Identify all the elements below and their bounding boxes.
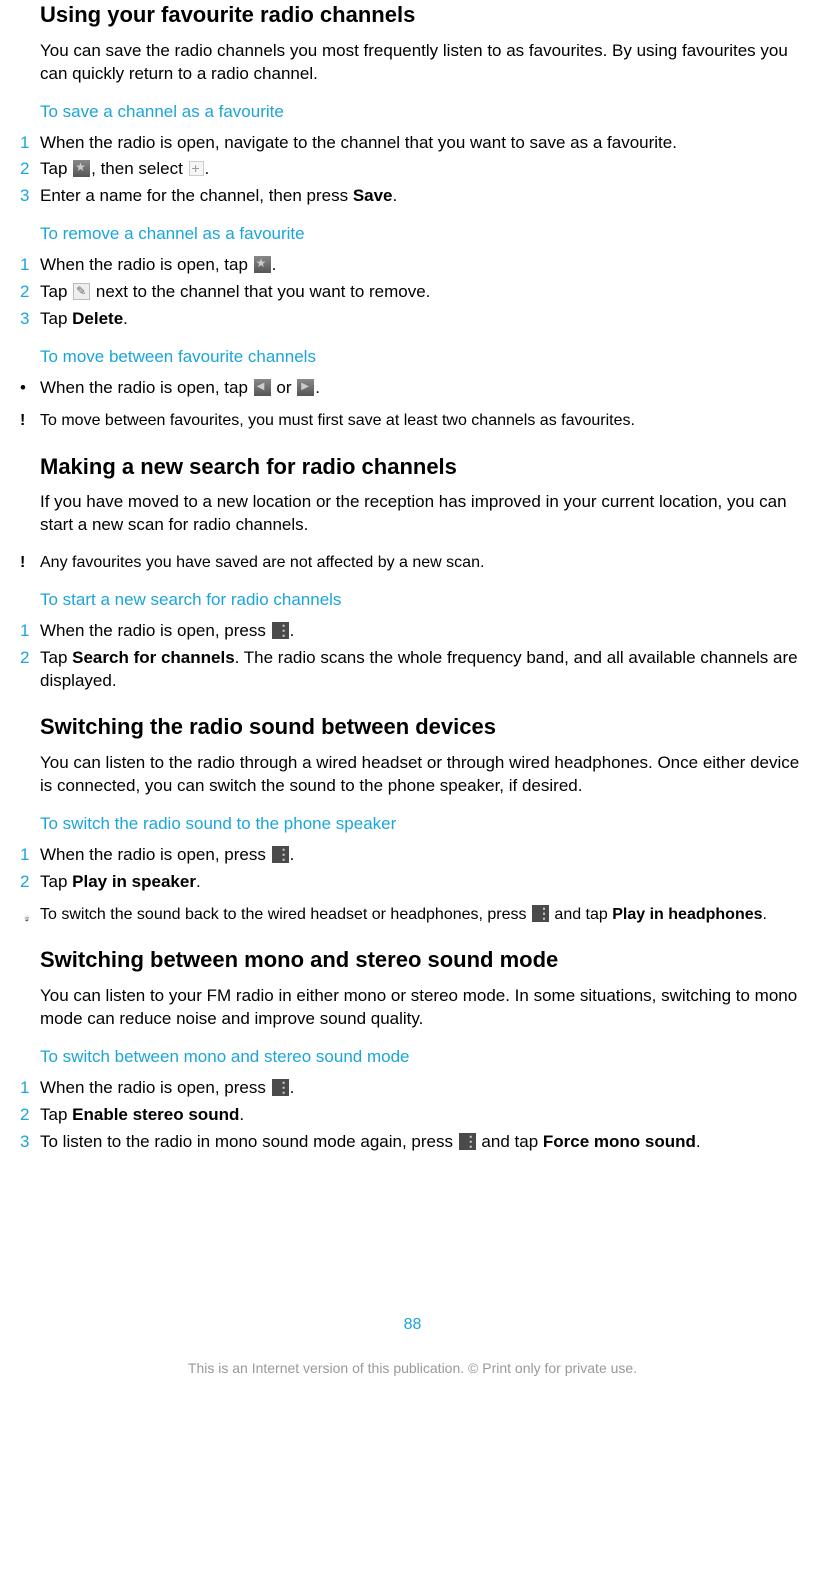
page-footer: 88 This is an Internet version of this p…	[20, 1314, 805, 1378]
note-search: ! Any favourites you have saved are not …	[20, 552, 805, 574]
step-text: Enter a name for the channel, then press…	[40, 185, 800, 208]
section-desc: You can listen to your FM radio in eithe…	[40, 985, 805, 1031]
menu-icon	[272, 846, 289, 863]
step-number: 1	[20, 1077, 40, 1100]
subheading-save-favourite: To save a channel as a favourite	[40, 101, 805, 124]
section-title-mono-stereo: Switching between mono and stereo sound …	[40, 945, 805, 975]
menu-icon	[459, 1133, 476, 1150]
step-number: 3	[20, 308, 40, 331]
step-text: When the radio is open, tap or .	[40, 377, 800, 400]
step-text: When the radio is open, navigate to the …	[40, 132, 800, 155]
step-text: Tap Search for channels. The radio scans…	[40, 647, 800, 693]
step-text: When the radio is open, press .	[40, 1077, 800, 1100]
arrow-left-icon	[254, 379, 271, 396]
plus-icon	[189, 161, 204, 176]
step-number: 1	[20, 844, 40, 867]
step-number: 1	[20, 132, 40, 155]
subheading-switch-speaker: To switch the radio sound to the phone s…	[40, 813, 805, 836]
section-title-search: Making a new search for radio channels	[40, 452, 805, 482]
step-number: 3	[20, 185, 40, 208]
menu-icon	[272, 1079, 289, 1096]
footer-text: This is an Internet version of this publ…	[20, 1359, 805, 1378]
step-text: Tap Play in speaker.	[40, 871, 800, 894]
step-number: 2	[20, 281, 40, 304]
steps-start-search: 1 When the radio is open, press . 2 Tap …	[20, 620, 805, 693]
star-icon	[73, 160, 90, 177]
subheading-mono-stereo: To switch between mono and stereo sound …	[40, 1046, 805, 1069]
note-text: To move between favourites, you must fir…	[40, 410, 800, 432]
star-icon	[254, 256, 271, 273]
bullet-marker: •	[20, 377, 40, 400]
step-text: When the radio is open, press .	[40, 620, 800, 643]
step-text: To listen to the radio in mono sound mod…	[40, 1131, 800, 1154]
section-title-favourites: Using your favourite radio channels	[40, 0, 805, 30]
subheading-remove-favourite: To remove a channel as a favourite	[40, 223, 805, 246]
section-title-switch-devices: Switching the radio sound between device…	[40, 712, 805, 742]
subheading-move-favourites: To move between favourite channels	[40, 346, 805, 369]
menu-icon	[532, 905, 549, 922]
steps-mono-stereo: 1 When the radio is open, press . 2 Tap …	[20, 1077, 805, 1154]
warning-icon: !	[20, 552, 40, 574]
step-text: When the radio is open, press .	[40, 844, 800, 867]
steps-remove-favourite: 1 When the radio is open, tap . 2 Tap ne…	[20, 254, 805, 331]
menu-icon	[272, 622, 289, 639]
step-text: Tap , then select .	[40, 158, 800, 181]
step-number: 3	[20, 1131, 40, 1154]
bullet-move-favourites: • When the radio is open, tap or .	[20, 377, 805, 400]
step-text: When the radio is open, tap .	[40, 254, 800, 277]
note-text: Any favourites you have saved are not af…	[40, 552, 800, 574]
step-text: Tap Enable stereo sound.	[40, 1104, 800, 1127]
tip-switch-back: To switch the sound back to the wired he…	[20, 904, 805, 926]
section-desc: You can listen to the radio through a wi…	[40, 752, 805, 798]
page-number: 88	[20, 1314, 805, 1336]
step-number: 1	[20, 620, 40, 643]
steps-save-favourite: 1 When the radio is open, navigate to th…	[20, 132, 805, 209]
note-move-favourites: ! To move between favourites, you must f…	[20, 410, 805, 432]
arrow-right-icon	[297, 379, 314, 396]
step-number: 2	[20, 871, 40, 894]
pencil-icon	[73, 283, 90, 300]
section-desc: You can save the radio channels you most…	[40, 40, 805, 86]
step-number: 2	[20, 647, 40, 670]
bulb-icon	[20, 904, 40, 926]
step-number: 1	[20, 254, 40, 277]
subheading-start-search: To start a new search for radio channels	[40, 589, 805, 612]
note-text: To switch the sound back to the wired he…	[40, 904, 800, 926]
step-text: Tap Delete.	[40, 308, 800, 331]
step-text: Tap next to the channel that you want to…	[40, 281, 800, 304]
warning-icon: !	[20, 410, 40, 432]
section-desc: If you have moved to a new location or t…	[40, 491, 805, 537]
step-number: 2	[20, 1104, 40, 1127]
step-number: 2	[20, 158, 40, 181]
steps-switch-speaker: 1 When the radio is open, press . 2 Tap …	[20, 844, 805, 894]
